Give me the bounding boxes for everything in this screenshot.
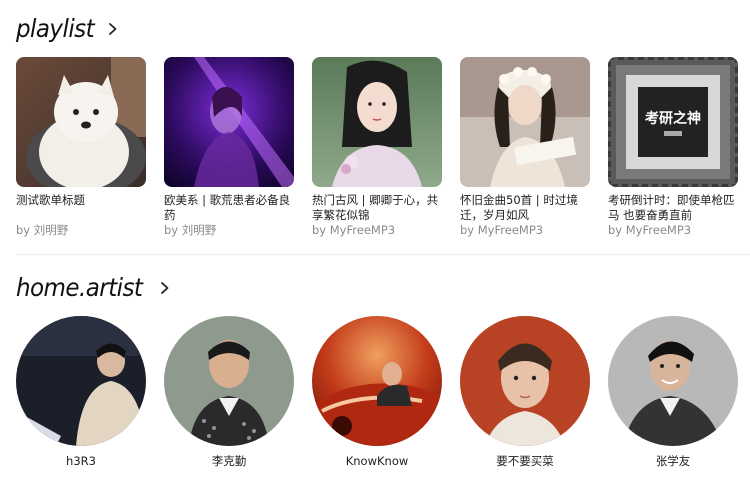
- playlist-creator: by MyFreeMP3: [312, 223, 396, 237]
- playlist-cover: [460, 57, 590, 187]
- playlist-name: 热门古风 | 卿卿于心，共享繁花似锦: [312, 193, 439, 222]
- artist-avatar: [608, 316, 738, 446]
- artist-name: 李克勤: [211, 454, 247, 468]
- playlist-card[interactable]: 考研之神 考研倒计时：即使单枪匹马 也要奋勇直前 by MyFreeMP3: [608, 57, 738, 238]
- playlist-card[interactable]: 怀旧金曲50首 | 时过境迁，岁月如风 by MyFreeMP3: [460, 57, 590, 238]
- playlist-creator: by 刘明野: [164, 223, 217, 237]
- playlist-card[interactable]: 测试歌单标题 by 刘明野: [16, 57, 146, 238]
- playlist-name: 欧美系 | 歌荒患者必备良药: [164, 193, 291, 222]
- artist-list: h3R3 李克勤 KnowKnow 要不要买菜 张学友: [16, 316, 738, 469]
- section-divider: [16, 254, 750, 255]
- playlist-creator: by MyFreeMP3: [460, 223, 544, 237]
- playlist-card[interactable]: 热门古风 | 卿卿于心，共享繁花似锦 by MyFreeMP3: [312, 57, 442, 238]
- artist-name: 张学友: [655, 454, 691, 468]
- artist-name: 要不要买菜: [496, 454, 554, 468]
- playlist-cover: [16, 57, 146, 187]
- artist-name: KnowKnow: [345, 454, 409, 468]
- playlist-creator: by 刘明野: [16, 223, 69, 237]
- artist-avatar: [164, 316, 294, 446]
- playlist-section-title[interactable]: playlist: [16, 14, 119, 43]
- artist-card[interactable]: 张学友: [608, 316, 738, 469]
- artist-title-text: home.artist: [16, 273, 143, 302]
- artist-name: h3R3: [66, 454, 96, 468]
- artist-avatar: [460, 316, 590, 446]
- chevron-right-icon: [161, 281, 169, 294]
- playlist-card[interactable]: 欧美系 | 歌荒患者必备良药 by 刘明野: [164, 57, 294, 238]
- home-page: playlist 测试歌单标题 by 刘明野 欧美系 | 歌荒患者必备良药 by…: [0, 0, 750, 485]
- playlist-title-text: playlist: [16, 14, 95, 43]
- chevron-right-icon: [108, 22, 117, 35]
- playlist-creator: by MyFreeMP3: [608, 223, 692, 237]
- artist-card[interactable]: 李克勤: [164, 316, 294, 469]
- artist-section-title[interactable]: home.artist: [16, 273, 171, 302]
- playlist-cover: [164, 57, 294, 187]
- artist-avatar: [16, 316, 146, 446]
- playlist-name: 怀旧金曲50首 | 时过境迁，岁月如风: [460, 193, 578, 222]
- playlist-name: 测试歌单标题: [16, 193, 85, 207]
- artist-card[interactable]: KnowKnow: [312, 316, 442, 469]
- artist-card[interactable]: h3R3: [16, 316, 146, 469]
- playlist-name: 考研倒计时：即使单枪匹马 也要奋勇直前: [608, 193, 735, 222]
- artist-avatar: [312, 316, 442, 446]
- artist-card[interactable]: 要不要买菜: [460, 316, 590, 469]
- cover-text: 考研之神: [645, 110, 701, 127]
- playlist-cover: 考研之神: [608, 57, 738, 187]
- playlist-cover: [312, 57, 442, 187]
- playlist-list: 测试歌单标题 by 刘明野 欧美系 | 歌荒患者必备良药 by 刘明野 热门古风…: [16, 57, 738, 238]
